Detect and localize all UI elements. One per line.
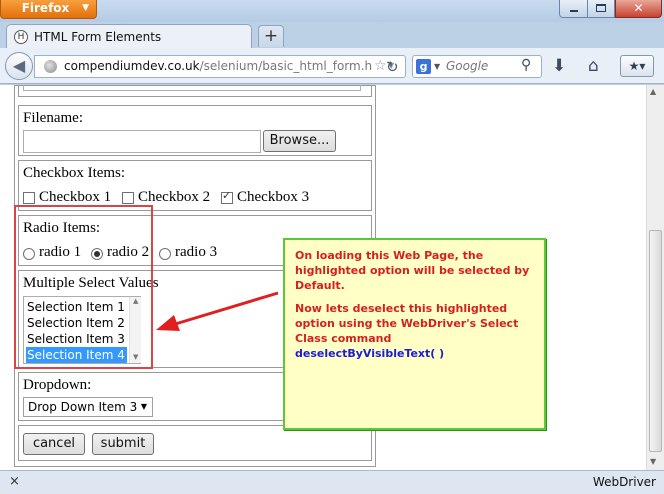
- site-icon: [44, 60, 57, 73]
- close-icon: ✕: [633, 1, 644, 15]
- firefox-menu-button[interactable]: Firefox ▼: [0, 0, 97, 19]
- checkbox-2[interactable]: [122, 192, 134, 204]
- checkbox-1[interactable]: [23, 192, 35, 204]
- dropdown-value: Drop Down Item 3: [28, 400, 138, 414]
- status-bar: × WebDriver: [0, 470, 664, 494]
- filename-cell: Filename: Browse...: [18, 105, 372, 156]
- favicon-icon: H: [14, 30, 28, 44]
- scroll-up-icon[interactable]: ▲: [650, 87, 656, 96]
- radio-3-label: radio 3: [175, 244, 218, 260]
- search-input[interactable]: [446, 59, 516, 73]
- tab-html-form-elements[interactable]: H HTML Form Elements: [6, 24, 252, 50]
- star-icon[interactable]: ☆: [374, 58, 387, 74]
- tab-title: HTML Form Elements: [34, 30, 162, 44]
- chevron-down-icon: ▼: [140, 402, 147, 411]
- google-engine-icon[interactable]: g: [416, 59, 431, 74]
- checkbox-2-label: Checkbox 2: [138, 189, 211, 205]
- scrollbar-thumb[interactable]: [649, 230, 662, 452]
- page-scrollbar[interactable]: ▲ ▼: [646, 85, 664, 470]
- browse-button[interactable]: Browse...: [263, 130, 336, 152]
- annotation-text-1: On loading this Web Page, the highlighte…: [295, 249, 530, 292]
- cancel-button[interactable]: cancel: [23, 433, 85, 455]
- close-icon[interactable]: ×: [9, 474, 20, 489]
- highlight-box: [14, 205, 153, 369]
- minimize-icon: [570, 10, 578, 12]
- back-button[interactable]: ◀: [5, 52, 33, 80]
- back-icon: ◀: [12, 56, 26, 75]
- reload-icon[interactable]: ↻: [386, 58, 399, 76]
- annotation-text-2: Now lets deselect this highlighted optio…: [295, 302, 519, 345]
- download-icon[interactable]: ⬇: [552, 56, 566, 76]
- bookmarks-button[interactable]: ★▾: [620, 55, 654, 77]
- search-bar[interactable]: g ▼ ⚲: [412, 55, 542, 78]
- search-icon[interactable]: ⚲: [521, 57, 531, 73]
- minimize-button[interactable]: [559, 0, 588, 18]
- url-bar[interactable]: compendiumdev.co.uk/selenium/basic_html_…: [34, 55, 406, 78]
- home-icon[interactable]: ⌂: [588, 56, 599, 76]
- annotation-command: deselectByVisibleText( ): [295, 347, 445, 360]
- checkbox-3[interactable]: [221, 189, 233, 204]
- checkbox-3-label: Checkbox 3: [237, 189, 310, 205]
- filename-input[interactable]: [23, 130, 261, 153]
- chevron-down-icon: ▼: [82, 3, 89, 13]
- textarea-cell: [18, 85, 372, 97]
- scroll-down-icon[interactable]: ▼: [650, 457, 656, 466]
- checkbox-1-label: Checkbox 1: [39, 189, 112, 205]
- close-window-button[interactable]: ✕: [615, 0, 662, 18]
- maximize-icon: [596, 4, 606, 12]
- url-host: compendiumdev.co.uk: [64, 59, 200, 73]
- submit-button[interactable]: submit: [92, 433, 154, 455]
- dropdown-label: Dropdown:: [23, 377, 92, 393]
- status-text: WebDriver: [592, 475, 656, 489]
- radio-3[interactable]: [159, 248, 171, 260]
- firefox-menu-label: Firefox: [21, 1, 70, 15]
- dropdown-select[interactable]: Drop Down Item 3 ▼: [23, 397, 153, 417]
- annotation-callout: On loading this Web Page, the highlighte…: [283, 238, 546, 430]
- new-tab-button[interactable]: +: [258, 25, 284, 47]
- annotation-arrow: [156, 291, 279, 331]
- url-path: /selenium/basic_html_form.h: [199, 59, 372, 73]
- filename-label: Filename:: [23, 110, 83, 126]
- buttons-cell: cancel submit: [18, 425, 372, 461]
- tab-strip: H HTML Form Elements +: [0, 22, 664, 50]
- checkbox-items-label: Checkbox Items:: [23, 165, 126, 181]
- bookmarks-icon: ★▾: [628, 59, 646, 73]
- maximize-button[interactable]: [588, 0, 615, 18]
- url-text[interactable]: compendiumdev.co.uk/selenium/basic_html_…: [64, 59, 372, 73]
- checkbox-cell: Checkbox Items: Checkbox 1 Checkbox 2 Ch…: [18, 160, 372, 211]
- engine-dropdown-icon[interactable]: ▼: [434, 62, 440, 71]
- comments-textarea[interactable]: [23, 85, 361, 91]
